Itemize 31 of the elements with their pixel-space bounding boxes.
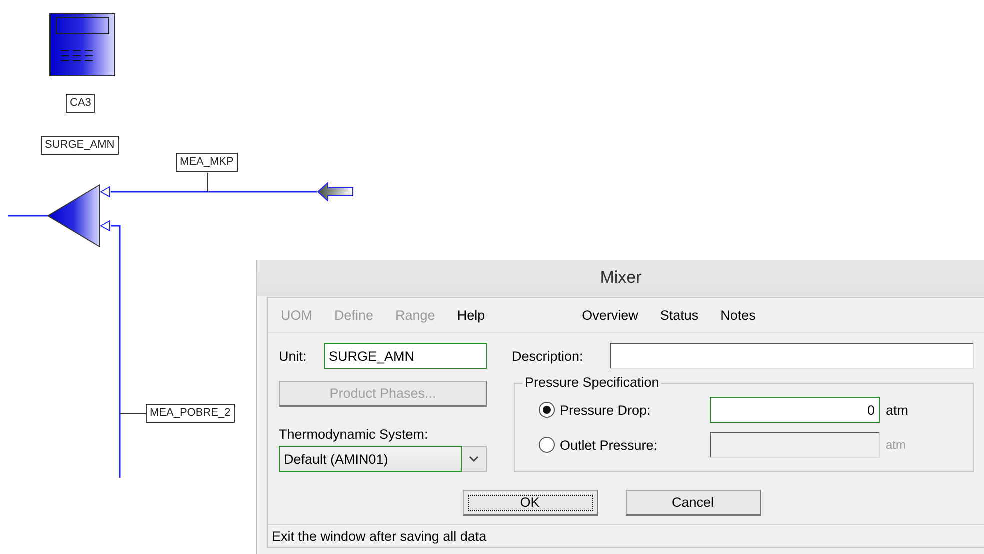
- stream-label: MEA_POBRE_2: [146, 404, 235, 423]
- description-label: Description:: [512, 348, 584, 364]
- nav-link[interactable]: Status: [660, 308, 699, 322]
- description-field[interactable]: [610, 343, 974, 369]
- equipment-label: CA3: [66, 94, 96, 113]
- equipment-drawing[interactable]: [50, 14, 116, 76]
- mixer-drawing[interactable]: [47, 184, 100, 248]
- dialog-button[interactable]: Cancel: [626, 490, 760, 516]
- feed-arrow-icon[interactable]: [317, 182, 354, 202]
- dialog-button[interactable]: OK: [462, 490, 598, 516]
- pressure-field[interactable]: [710, 432, 880, 458]
- unit-label: Unit:: [279, 348, 308, 364]
- unit-text: atm: [886, 438, 906, 452]
- group-title: Pressure Specification: [523, 375, 662, 390]
- menu-item[interactable]: Help: [457, 308, 486, 322]
- nav-link[interactable]: Overview: [582, 308, 638, 322]
- option-label: Outlet Pressure:: [560, 438, 659, 452]
- unit-label: SURGE_AMN: [41, 136, 119, 155]
- stream-line[interactable]: [111, 225, 121, 478]
- unit-field[interactable]: SURGE_AMN: [324, 343, 487, 369]
- unit-text: atm: [886, 402, 909, 418]
- chevron-down-icon: [469, 456, 479, 462]
- thermo-label: Thermodynamic System:: [279, 427, 430, 442]
- window-title: Mixer: [257, 260, 984, 296]
- option-label: Pressure Drop:: [560, 402, 652, 418]
- stream-label: MEA_MKP: [176, 153, 238, 172]
- radio-button[interactable]: [539, 437, 555, 453]
- nav-link[interactable]: Notes: [720, 308, 756, 322]
- pressure-field[interactable]: 0: [710, 397, 880, 423]
- status-bar: Exit the window after saving all data: [268, 524, 984, 547]
- radio-button[interactable]: [539, 402, 555, 418]
